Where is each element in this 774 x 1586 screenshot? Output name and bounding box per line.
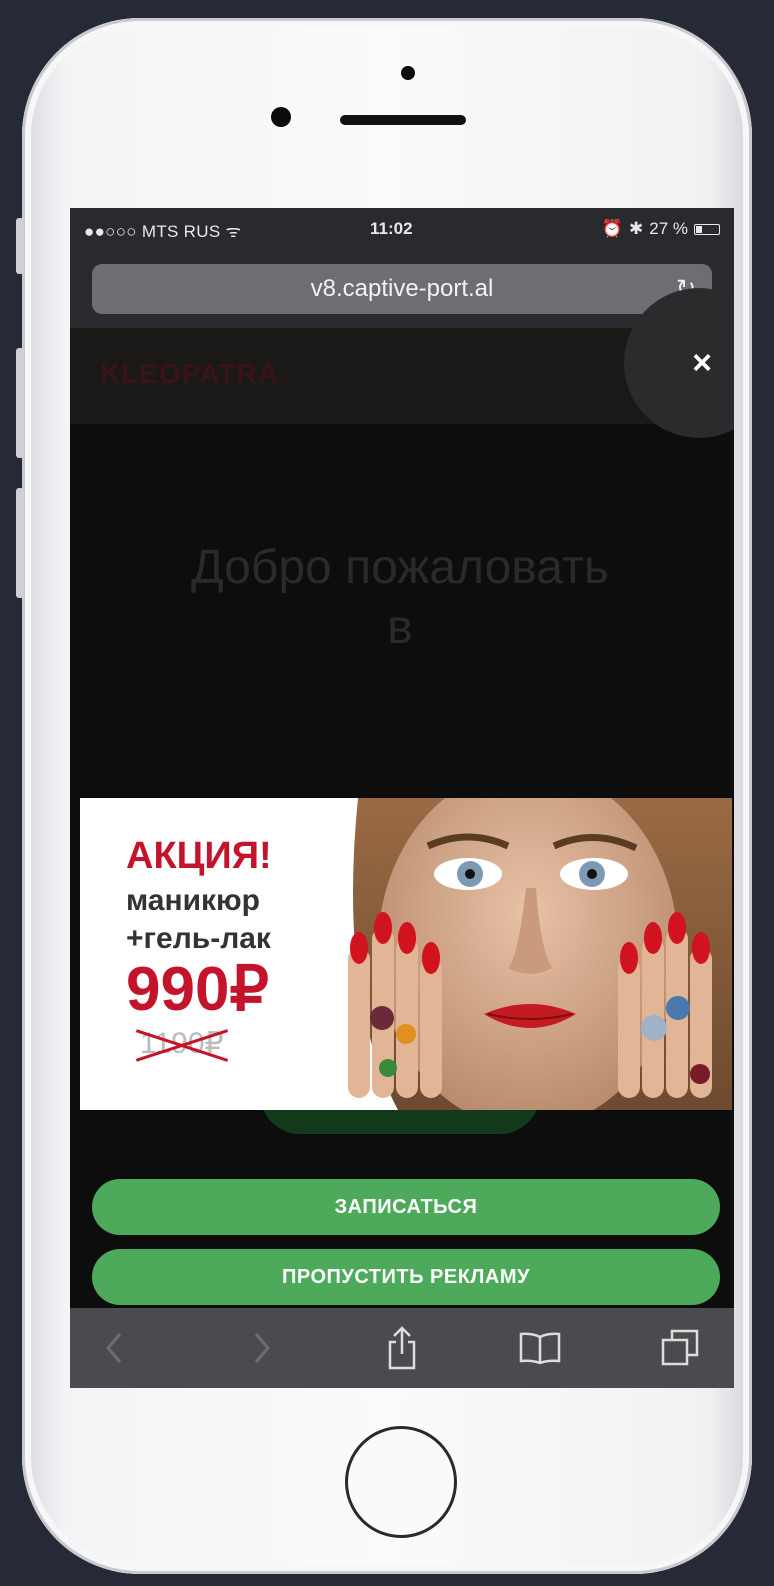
volume-down-button [16, 488, 24, 598]
phone-frame: ●●○○○ MTS RUS ᯤ 11:02 ⏰ ✱ 27 % v8.captiv… [16, 18, 752, 1574]
alarm-icon: ⏰ [601, 219, 623, 238]
url-text: v8.captive-port.al [310, 275, 494, 302]
carrier: ●●○○○ MTS RUS ᯤ [84, 222, 242, 241]
front-camera [401, 66, 415, 80]
welcome-heading: Добро пожаловать в [191, 541, 609, 654]
phone-screen: ●●○○○ MTS RUS ᯤ 11:02 ⏰ ✱ 27 % v8.captiv… [70, 208, 734, 1388]
promo-old-price: 1190₽ [140, 1027, 224, 1060]
close-button[interactable]: × [692, 344, 712, 383]
address-bar[interactable]: v8.captive-port.al ↻ [92, 264, 712, 314]
site-logo: KLEOPATRA [100, 358, 280, 389]
battery-percent: 27 % [649, 219, 688, 238]
wifi-icon: ᯤ [225, 222, 242, 241]
battery-fill [696, 225, 703, 233]
back-icon[interactable] [84, 1322, 144, 1374]
status-bar: ●●○○○ MTS RUS ᯤ 11:02 ⏰ ✱ 27 % [70, 208, 734, 254]
forward-icon[interactable] [232, 1322, 292, 1374]
bluetooth-icon: ✱ [629, 219, 644, 238]
page-content: KLEOPATRA × Добро пожаловать в РЕГИСТРАЦ… [70, 288, 734, 1308]
home-button[interactable] [345, 1426, 457, 1538]
tabs-icon[interactable] [650, 1322, 710, 1374]
bookmarks-icon[interactable] [510, 1322, 570, 1374]
mute-switch [16, 218, 24, 274]
signup-button[interactable]: ЗАПИСАТЬСЯ [92, 1179, 720, 1235]
status-time: 11:02 [370, 219, 413, 238]
battery-icon [694, 223, 720, 235]
model-photo [318, 798, 732, 1110]
volume-up-button [16, 348, 24, 458]
browser-toolbar [70, 1308, 734, 1388]
share-icon[interactable] [372, 1322, 432, 1374]
ad-banner[interactable]: АКЦИЯ! маникюр +гель-лак 990₽ 1190₽ [80, 798, 732, 1110]
status-right: ⏰ ✱ 27 % [602, 219, 720, 239]
earpiece-speaker [340, 115, 466, 125]
proximity-sensor [271, 107, 291, 127]
browser-chrome: v8.captive-port.al ↻ [70, 254, 734, 328]
site-header: KLEOPATRA × [70, 288, 734, 438]
skip-ad-button[interactable]: ПРОПУСТИТЬ РЕКЛАМУ [92, 1249, 720, 1305]
